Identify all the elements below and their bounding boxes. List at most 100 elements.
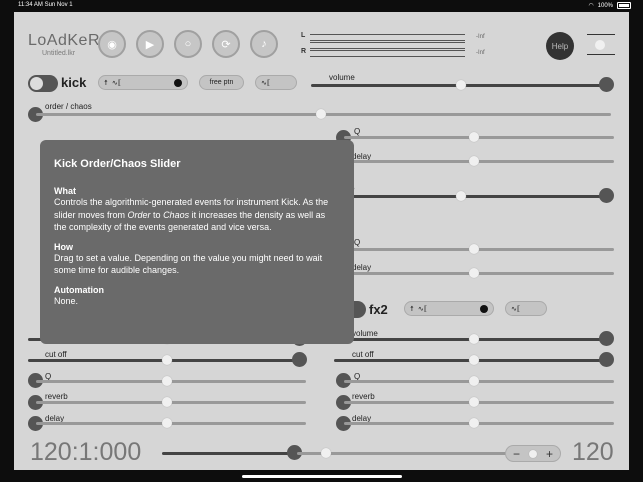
tempo-value: 120 [572, 438, 614, 466]
free-pattern-button[interactable]: free ptn [199, 75, 244, 90]
right-fx-volume-label: volume [352, 329, 378, 338]
figure-icon: ☨ [104, 79, 108, 87]
kick-toggle[interactable] [28, 75, 58, 92]
right-q-slider[interactable] [344, 136, 614, 139]
kick-pattern-pill[interactable]: ∿⟦ [255, 75, 297, 90]
app-logo: LoAdKeR [28, 32, 100, 49]
kick-volume-end [599, 77, 614, 92]
popup-title: Kick Order/Chaos Slider [54, 158, 181, 170]
help-button[interactable]: Help [546, 32, 574, 60]
loop-button[interactable]: ⟳ [212, 30, 240, 58]
play-button[interactable]: ▶ [136, 30, 164, 58]
right-delay2-slider[interactable] [344, 272, 614, 275]
right-q2-knob[interactable] [469, 244, 479, 254]
popup-what-heading: What [54, 186, 76, 196]
order-chaos-knob[interactable] [316, 109, 326, 119]
waveform-icon: ∿⟦ [111, 79, 122, 87]
position-marker[interactable] [321, 448, 331, 458]
battery-icon [617, 2, 631, 9]
meter-left-label: L [301, 32, 306, 39]
right-fx-reverb-knob[interactable] [469, 397, 479, 407]
left-reverb-knob[interactable] [162, 397, 172, 407]
app-window: LoAdKeR Untitled.lkr ◉ ▶ ○ ⟳ ♪ L R -Inf … [14, 12, 629, 470]
right-q2-label: Q [354, 238, 361, 247]
menu-button[interactable] [587, 32, 615, 56]
right-q2-slider[interactable] [344, 248, 614, 251]
kick-label: kick [61, 75, 87, 90]
record-button[interactable]: ◉ [98, 30, 126, 58]
metronome-button[interactable]: ♪ [250, 30, 278, 58]
left-delay-knob[interactable] [162, 418, 172, 428]
kick-fx-pill[interactable]: ☨ ∿⟦ [98, 75, 188, 90]
meter-left-value: -Inf [476, 34, 485, 40]
right-delay2-knob[interactable] [469, 268, 479, 278]
menu-icon [587, 34, 615, 35]
right-fx-reverb-slider[interactable] [344, 401, 614, 404]
right-fx-delay-slider[interactable] [344, 422, 614, 425]
wifi-icon: ◠ [588, 3, 594, 9]
fx2-fx-pill[interactable]: ☨ ∿⟦ [404, 301, 494, 316]
home-indicator [242, 475, 402, 478]
kick-volume-knob[interactable] [456, 80, 466, 90]
right-volume-end [599, 188, 614, 203]
right-delay-knob[interactable] [469, 156, 479, 166]
stop-button[interactable]: ○ [174, 30, 202, 58]
right-fx-q-knob[interactable] [469, 376, 479, 386]
figure-icon: ☨ [410, 305, 414, 313]
position-slider[interactable] [162, 452, 297, 455]
meter-left-bar-2 [310, 42, 465, 49]
record-icon: ◉ [107, 38, 117, 51]
right-volume-slider[interactable] [334, 195, 609, 198]
left-cutoff-label: cut off [45, 350, 67, 359]
status-time: 11:34 AM Sun Nov 1 [18, 2, 73, 8]
left-cutoff-knob[interactable] [162, 355, 172, 365]
left-q-knob[interactable] [162, 376, 172, 386]
right-fx-delay-knob[interactable] [469, 418, 479, 428]
fx2-label: fx2 [369, 302, 388, 317]
right-fx-reverb-label: reverb [352, 392, 375, 401]
right-fx-cutoff-knob[interactable] [469, 355, 479, 365]
tempo-stepper-knob [529, 449, 537, 458]
kick-volume-label: volume [329, 73, 355, 82]
meter-right-bar [310, 50, 465, 57]
right-fx-volume-knob[interactable] [469, 334, 479, 344]
fx2-pattern-pill[interactable]: ∿⟦ [505, 301, 547, 316]
loop-icon: ⟳ [221, 38, 231, 51]
mute-dot[interactable] [174, 78, 182, 87]
right-fx-cutoff-label: cut off [352, 350, 374, 359]
popup-what-text: Controls the algorithmic-generated event… [54, 197, 329, 232]
popup-how-text: Drag to set a value. Depending on the va… [54, 252, 323, 276]
help-popup: Kick Order/Chaos Slider What Controls th… [40, 140, 354, 344]
waveform-icon: ∿⟦ [417, 305, 428, 313]
right-fx-q-slider[interactable] [344, 380, 614, 383]
right-delay2-label: delay [352, 263, 372, 272]
right-fx-cutoff-end [599, 352, 614, 367]
play-icon: ▶ [145, 38, 155, 51]
left-reverb-label: reverb [45, 392, 68, 401]
waveform-icon: ∿⟦ [261, 79, 271, 87]
order-chaos-label: order / chaos [45, 102, 92, 111]
right-volume-knob[interactable] [456, 191, 466, 201]
tempo-stepper[interactable]: − + [505, 445, 561, 462]
metronome-icon: ♪ [261, 38, 267, 50]
popup-automation-text: None. [54, 295, 79, 306]
stop-icon: ○ [184, 38, 192, 50]
right-fx-volume-end [599, 331, 614, 346]
meter-left-bar [310, 34, 465, 41]
waveform-icon: ∿⟦ [511, 305, 521, 313]
tempo-plus-button[interactable]: + [546, 447, 553, 461]
popup-automation-heading: Automation [54, 284, 104, 295]
file-name: Untitled.lkr [42, 50, 76, 57]
tempo-minus-button[interactable]: − [513, 447, 520, 461]
status-bar: 11:34 AM Sun Nov 1 ◠ 100% [0, 0, 643, 12]
popup-how-heading: How [54, 241, 73, 252]
right-delay-slider[interactable] [344, 160, 614, 163]
meter-right-value: -Inf [476, 50, 485, 56]
right-q-knob[interactable] [469, 132, 479, 142]
battery-percent: 100% [597, 2, 613, 9]
mute-dot[interactable] [480, 304, 488, 313]
right-q-label: Q [354, 127, 361, 136]
left-cutoff-end [292, 352, 307, 367]
meter-right-label: R [301, 48, 307, 55]
position-clock: 120:1:000 [30, 438, 142, 466]
